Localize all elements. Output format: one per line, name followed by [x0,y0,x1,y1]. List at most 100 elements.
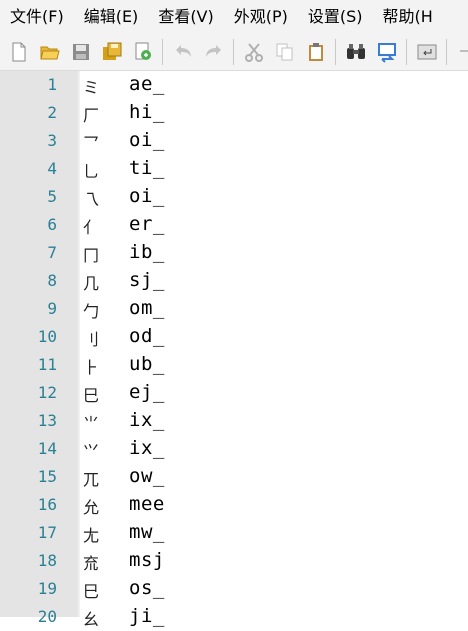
editor-line[interactable]: 10 刂 od_ [0,323,468,351]
code-text: ix_ [129,409,165,431]
line-number: 2 [47,103,57,122]
undo-icon[interactable] [169,37,196,67]
cut-icon[interactable] [240,37,267,67]
editor-line[interactable]: 16 允 mee [0,491,468,519]
word-wrap-icon[interactable] [413,37,440,67]
line-number: 6 [47,215,57,234]
editor-line[interactable]: 9 勹 om_ [0,295,468,323]
toolbar-separator [162,39,163,65]
editor-line[interactable]: 8 几 sj_ [0,267,468,295]
editor-line[interactable]: 11 ⺊ ub_ [0,351,468,379]
code-text: ow_ [129,465,165,487]
code-text: ix_ [129,437,165,459]
menu-settings[interactable]: 设置(S) [298,0,373,34]
save-all-icon[interactable] [98,37,125,67]
radical-glyph: 勹 [83,302,100,321]
menu-edit[interactable]: 编辑(E) [74,0,149,34]
code-text: od_ [129,325,165,347]
line-number: 5 [47,187,57,206]
line-number: 4 [47,159,57,178]
line-number: 16 [37,495,57,514]
code-text: ae_ [129,73,165,95]
line-number: 18 [37,551,57,570]
radical-glyph: 乚 [83,162,100,181]
menu-appearance[interactable]: 外观(P) [224,0,298,34]
reload-icon[interactable] [129,37,156,67]
editor-line[interactable]: 18 㐬 msj [0,547,468,575]
radical-glyph: 几 [83,274,100,293]
line-number: 1 [47,75,57,94]
line-number: 13 [37,411,57,430]
line-number: 10 [37,327,57,346]
code-text: er_ [129,213,165,235]
radical-glyph: 乛 [83,134,100,153]
menu-view[interactable]: 查看(V) [148,0,223,34]
redo-icon[interactable] [200,37,227,67]
code-text: os_ [129,577,165,599]
code-text: mee [129,493,165,515]
editor-line[interactable]: 2 厂 hi_ [0,99,468,127]
toolbar-separator [233,39,234,65]
editor-line[interactable]: 6 亻 er_ [0,211,468,239]
code-text: sj_ [129,269,165,291]
radical-glyph: 尢 [83,526,100,545]
toolbar-separator [446,39,447,65]
line-number: 17 [37,523,57,542]
menu-file[interactable]: 文件(F) [0,0,74,34]
radical-glyph: 幺 [83,610,100,629]
line-number: 14 [37,439,57,458]
menu-bar: 文件(F) 编辑(E) 查看(V) 外观(P) 设置(S) 帮助(H [0,0,468,34]
radical-glyph: ⺊ [83,358,100,377]
code-text: hi_ [129,101,165,123]
code-text: ti_ [129,157,165,179]
save-icon[interactable] [67,37,94,67]
code-text: oi_ [129,129,165,151]
paste-icon[interactable] [302,37,329,67]
radical-glyph: 允 [83,498,100,517]
open-folder-icon[interactable] [36,37,63,67]
radical-glyph: ⺍ [83,442,100,461]
radical-glyph: 巳 [83,582,100,601]
line-number: 7 [47,243,57,262]
code-text: ub_ [129,353,165,375]
editor-line[interactable]: 3 乛 oi_ [0,127,468,155]
editor-line[interactable]: 4 乚 ti_ [0,155,468,183]
code-text: om_ [129,297,165,319]
find-icon[interactable] [342,37,369,67]
editor-line[interactable]: 14 ⺍ ix_ [0,435,468,463]
editor-line[interactable]: 5 乁 oi_ [0,183,468,211]
radical-glyph: ミ [83,78,100,97]
toolbar-separator [406,39,407,65]
radical-glyph: 兀 [83,470,100,489]
line-number: 15 [37,467,57,486]
code-text: ji_ [129,605,165,627]
editor-line[interactable]: 1 ミ ae_ [0,71,468,99]
new-file-icon[interactable] [5,37,32,67]
menu-help[interactable]: 帮助(H [373,0,443,34]
editor[interactable]: 1 ミ ae_ 2 厂 hi_ 3 乛 oi_ 4 乚 ti_ 5 乁 oi_ 6 亻 er_ 7 冂 ib_ 8 几 sj_… [0,71,468,629]
code-text: oi_ [129,185,165,207]
editor-line[interactable]: 15 兀 ow_ [0,463,468,491]
radical-glyph: 刂 [83,330,100,349]
line-number: 9 [47,299,57,318]
replace-icon[interactable] [373,37,400,67]
copy-icon[interactable] [271,37,298,67]
overflow-icon[interactable] [453,37,468,67]
toolbar-separator [335,39,336,65]
editor-line[interactable]: 7 冂 ib_ [0,239,468,267]
radical-glyph: ⺌ [83,414,100,433]
line-number: 19 [37,579,57,598]
editor-line[interactable]: 17 尢 mw_ [0,519,468,547]
radical-glyph: 乁 [83,190,100,209]
editor-line[interactable]: 19 巳 os_ [0,575,468,603]
line-number: 12 [37,383,57,402]
editor-line[interactable]: 13 ⺌ ix_ [0,407,468,435]
radical-glyph: 厂 [83,106,100,125]
code-text: ej_ [129,381,165,403]
editor-line[interactable]: 20 幺 ji_ [0,603,468,631]
editor-line[interactable]: 12 巳 ej_ [0,379,468,407]
toolbar [0,34,468,71]
code-text: mw_ [129,521,165,543]
radical-glyph: 冂 [83,246,100,265]
code-text: ib_ [129,241,165,263]
